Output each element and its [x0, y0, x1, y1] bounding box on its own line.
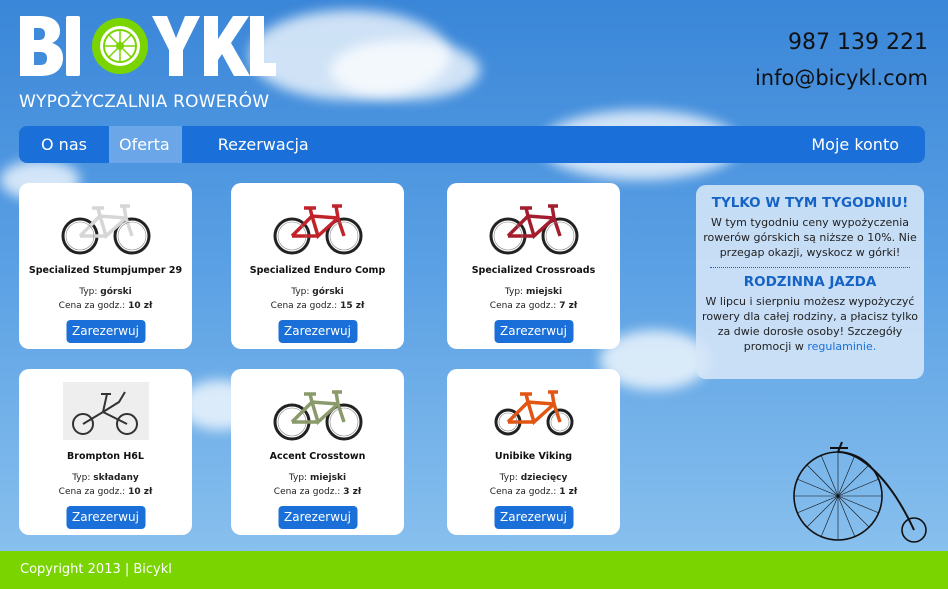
- product-card: Specialized Stumpjumper 29 Typ: górski C…: [19, 183, 192, 349]
- reserve-button[interactable]: Zarezerwuj: [494, 506, 573, 529]
- product-card: Brompton H6L Typ: składany Cena za godz.…: [19, 369, 192, 535]
- bike-price: Cena za godz.: 15 zł: [231, 301, 404, 311]
- bike-image[interactable]: [231, 375, 404, 447]
- bike-type: Typ: dziecięcy: [447, 473, 620, 483]
- bike-name: Unibike Viking: [494, 451, 573, 462]
- bike-type-value: górski: [312, 287, 344, 297]
- footer-copyright: Copyright 2013 | Bicykl: [20, 562, 172, 577]
- bike-type-label: Typ:: [72, 473, 91, 483]
- bike-image[interactable]: [19, 375, 192, 447]
- bike-type-value: dziecięcy: [520, 473, 568, 483]
- promo-text-weekly: W tym tygodniu ceny wypożyczenia rowerów…: [703, 216, 917, 259]
- bike-type: Typ: składany: [19, 473, 192, 483]
- nav-item-oferta[interactable]: Oferta: [108, 126, 182, 163]
- bike-name: Specialized Enduro Comp: [249, 265, 386, 276]
- bike-price-label: Cena za godz.:: [270, 301, 338, 311]
- reserve-button[interactable]: Zarezerwuj: [278, 320, 357, 343]
- bike-type-value: górski: [100, 287, 132, 297]
- bike-price-value: 3 zł: [343, 487, 362, 497]
- bike-price-value: 1 zł: [559, 487, 578, 497]
- bike-type: Typ: miejski: [231, 473, 404, 483]
- nav-item-moje-konto[interactable]: Moje konto: [811, 126, 899, 163]
- bike-type-value: składany: [93, 473, 139, 483]
- bike-name: Accent Crosstown: [269, 451, 366, 462]
- bike-price-label: Cena za godz.:: [273, 487, 341, 497]
- bike-type: Typ: miejski: [447, 287, 620, 297]
- nav-item-o-nas[interactable]: O nas: [19, 126, 109, 163]
- nav-item-rezerwacja[interactable]: Rezerwacja: [182, 126, 319, 163]
- bike-price-label: Cena za godz.:: [58, 487, 126, 497]
- promo-title-weekly: TYLKO W TYM TYGODNIU!: [711, 195, 909, 211]
- product-card: Unibike Viking Typ: dziecięcy Cena za go…: [447, 369, 620, 535]
- regulamin-link[interactable]: regulaminie.: [807, 340, 876, 353]
- main-nav: O nas Oferta Rezerwacja Moje konto: [19, 126, 925, 163]
- bike-price-label: Cena za godz.:: [489, 301, 557, 311]
- bike-type-label: Typ:: [499, 473, 518, 483]
- penny-farthing-icon: [793, 441, 927, 543]
- bike-type-label: Typ:: [504, 287, 524, 297]
- bike-price-value: 15 zł: [340, 301, 365, 311]
- reserve-button[interactable]: Zarezerwuj: [494, 320, 573, 343]
- bike-image[interactable]: [231, 189, 404, 261]
- footer: Copyright 2013 | Bicykl: [0, 551, 948, 589]
- product-card: Accent Crosstown Typ: miejski Cena za go…: [231, 369, 404, 535]
- bike-type: Typ: górski: [19, 287, 192, 297]
- bike-price-value: 10 zł: [128, 301, 153, 311]
- bike-price: Cena za godz.: 10 zł: [19, 487, 192, 497]
- bike-price: Cena za godz.: 10 zł: [19, 301, 192, 311]
- bike-price-value: 7 zł: [559, 301, 578, 311]
- bike-price: Cena za godz.: 3 zł: [231, 487, 404, 497]
- bike-image[interactable]: [447, 189, 620, 261]
- wheel-icon: [92, 18, 148, 74]
- bike-type: Typ: górski: [231, 287, 404, 297]
- bike-price-label: Cena za godz.:: [489, 487, 557, 497]
- bike-price: Cena za godz.: 7 zł: [447, 301, 620, 311]
- bike-price: Cena za godz.: 1 zł: [447, 487, 620, 497]
- contact-phone: 987 139 221: [788, 30, 928, 55]
- promo-text-family: W lipcu i sierpniu możesz wypożyczyć row…: [702, 294, 918, 354]
- bike-price-value: 10 zł: [128, 487, 153, 497]
- promo-box: TYLKO W TYM TYGODNIU! W tym tygodniu cen…: [696, 185, 924, 379]
- bicykl-logo: [20, 16, 276, 76]
- bike-type-value: miejski: [525, 287, 563, 297]
- promo-divider: [710, 267, 910, 268]
- contact-email[interactable]: info@bicykl.com: [755, 66, 928, 90]
- bike-name: Specialized Crossroads: [471, 265, 596, 276]
- bike-name: Brompton H6L: [67, 451, 144, 462]
- bike-image[interactable]: [447, 375, 620, 447]
- product-card: Specialized Enduro Comp Typ: górski Cena…: [231, 183, 404, 349]
- bike-name: Specialized Stumpjumper 29: [28, 265, 183, 276]
- product-card: Specialized Crossroads Typ: miejski Cena…: [447, 183, 620, 349]
- bike-type-label: Typ:: [291, 287, 310, 297]
- reserve-button[interactable]: Zarezerwuj: [66, 506, 145, 529]
- bike-type-label: Typ:: [288, 473, 308, 483]
- bike-type-label: Typ:: [79, 287, 98, 297]
- promo-title-family: RODZINNA JAZDA: [743, 274, 877, 290]
- bike-type-value: miejski: [309, 473, 347, 483]
- brand-tagline: WYPOŻYCZALNIA ROWERÓW: [19, 92, 270, 112]
- bike-price-label: Cena za godz.:: [58, 301, 126, 311]
- reserve-button[interactable]: Zarezerwuj: [66, 320, 145, 343]
- reserve-button[interactable]: Zarezerwuj: [278, 506, 357, 529]
- bike-image[interactable]: [19, 189, 192, 261]
- cloud: [330, 40, 480, 100]
